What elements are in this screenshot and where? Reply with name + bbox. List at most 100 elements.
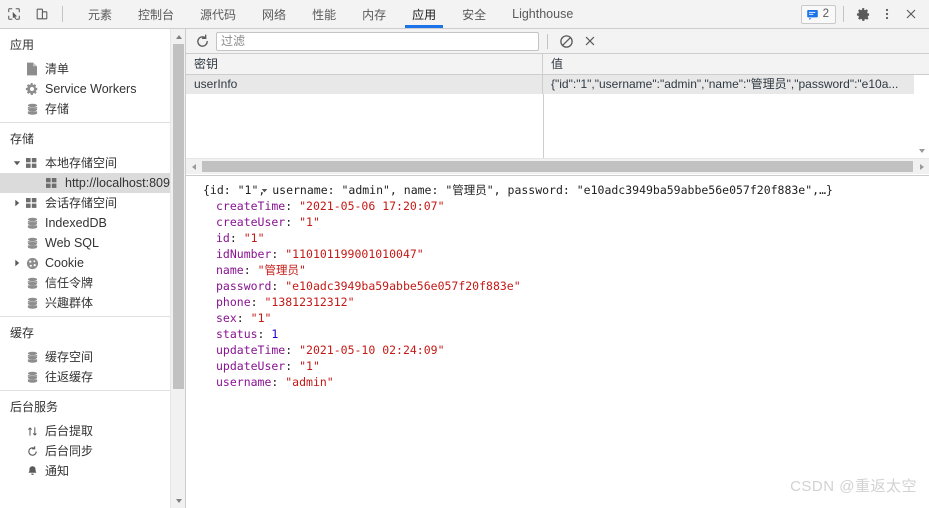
tab-label: 安全 bbox=[462, 7, 487, 22]
preview-property: phone: "13812312312" bbox=[216, 295, 355, 309]
scroll-down-arrow-icon[interactable] bbox=[914, 143, 929, 158]
property-value: "1" bbox=[250, 311, 272, 325]
sidebar-item-label: 存储 bbox=[45, 102, 70, 116]
issues-message-icon bbox=[806, 8, 819, 21]
sidebar-item-back-forward-cache[interactable]: 往返缓存 bbox=[0, 367, 185, 387]
sidebar-scrollbar-thumb[interactable] bbox=[173, 44, 184, 389]
scroll-left-arrow-icon[interactable] bbox=[186, 159, 201, 174]
sidebar-item-cache-storage[interactable]: 缓存空间 bbox=[0, 347, 185, 367]
cell-value: {"id":"1","username":"admin","name":"管理员… bbox=[551, 77, 899, 91]
property-value: "admin" bbox=[285, 375, 334, 389]
property-key: name bbox=[216, 263, 244, 277]
property-key: createTime bbox=[216, 199, 286, 213]
refresh-icon[interactable] bbox=[190, 30, 214, 52]
property-key: createUser bbox=[216, 215, 286, 229]
property-key: password bbox=[216, 279, 272, 293]
database-icon bbox=[24, 369, 40, 385]
sidebar-item-web-sql[interactable]: Web SQL bbox=[0, 233, 185, 253]
kebab-menu-icon[interactable] bbox=[875, 2, 899, 26]
sidebar-item-notifications[interactable]: 通知 bbox=[0, 461, 185, 481]
device-toolbar-icon[interactable] bbox=[28, 0, 56, 28]
tab-sources[interactable]: 源代码 bbox=[187, 0, 249, 28]
column-header-value[interactable]: 值 bbox=[543, 54, 929, 75]
tab-lighthouse[interactable]: Lighthouse bbox=[499, 0, 586, 28]
preview-property: sex: "1" bbox=[216, 311, 272, 325]
property-key: username bbox=[216, 375, 272, 389]
close-x-delete-icon[interactable] bbox=[578, 30, 602, 52]
sidebar-item-storage[interactable]: 存储 bbox=[0, 99, 185, 119]
sidebar-item-localhost-origin[interactable]: http://localhost:8090 bbox=[0, 173, 185, 193]
sidebar-item-manifest[interactable]: 清单 bbox=[0, 59, 185, 79]
table-grid-icon bbox=[44, 175, 60, 191]
sidebar-item-interest-groups[interactable]: 兴趣群体 bbox=[0, 293, 185, 313]
preview-property: password: "e10adc3949ba59abbe56e057f20f8… bbox=[216, 279, 521, 293]
filter-input[interactable] bbox=[216, 31, 539, 51]
issues-badge[interactable]: 2 bbox=[800, 4, 836, 24]
tab-label: 元素 bbox=[88, 7, 113, 22]
sidebar-item-background-fetch[interactable]: 后台提取 bbox=[0, 421, 185, 441]
scroll-up-arrow-icon[interactable] bbox=[171, 29, 186, 44]
database-icon bbox=[24, 275, 40, 291]
local-storage-panel: 密钥 值 userInfo {"id":"1","username":"admi… bbox=[186, 29, 929, 508]
horizontal-scrollbar-track[interactable] bbox=[201, 159, 914, 174]
tab-memory[interactable]: 内存 bbox=[349, 0, 399, 28]
property-key: sex bbox=[216, 311, 237, 325]
tab-label: 源代码 bbox=[200, 7, 237, 22]
table-grid-icon bbox=[24, 155, 40, 171]
tab-label: Lighthouse bbox=[512, 7, 574, 21]
gear-icon[interactable] bbox=[851, 2, 875, 26]
close-icon[interactable] bbox=[899, 2, 923, 26]
scroll-right-arrow-icon[interactable] bbox=[914, 159, 929, 174]
issues-count: 2 bbox=[822, 8, 829, 20]
devtools-tabs: 元素 控制台 源代码 网络 性能 内存 应用 安全 Lighthouse bbox=[75, 0, 586, 28]
column-header-key[interactable]: 密钥 bbox=[186, 53, 543, 75]
chevron-down-icon[interactable] bbox=[192, 176, 268, 214]
sidebar-item-session-storage[interactable]: 会话存储空间 bbox=[0, 193, 185, 213]
devtools-window: 元素 控制台 源代码 网络 性能 内存 应用 安全 Lighthouse 2 应… bbox=[0, 0, 929, 508]
tab-network[interactable]: 网络 bbox=[249, 0, 299, 28]
table-row[interactable]: userInfo {"id":"1","username":"admin","n… bbox=[186, 75, 929, 94]
inspect-cursor-icon[interactable] bbox=[0, 0, 28, 28]
table-horizontal-scrollbar[interactable] bbox=[186, 158, 929, 174]
sidebar-item-cookie[interactable]: Cookie bbox=[0, 253, 185, 273]
property-value: "1" bbox=[299, 215, 320, 229]
chevron-down-icon[interactable] bbox=[12, 159, 22, 167]
database-icon bbox=[24, 349, 40, 365]
sidebar-item-local-storage[interactable]: 本地存储空间 bbox=[0, 153, 185, 173]
preview-root-summary: {id: "1", username: "admin", name: "管理员"… bbox=[203, 183, 833, 197]
tab-console[interactable]: 控制台 bbox=[125, 0, 187, 28]
sidebar-section-title-background-services: 后台服务 bbox=[10, 400, 59, 414]
scroll-down-arrow-icon[interactable] bbox=[171, 493, 186, 508]
sidebar-item-background-sync[interactable]: 后台同步 bbox=[0, 441, 185, 461]
sidebar-item-label: 兴趣群体 bbox=[45, 296, 94, 310]
sidebar-item-service-workers[interactable]: Service Workers bbox=[0, 79, 185, 99]
tab-label: 内存 bbox=[362, 7, 387, 22]
sidebar-item-indexeddb[interactable]: IndexedDB bbox=[0, 213, 185, 233]
table-vertical-scrollbar[interactable] bbox=[914, 75, 929, 158]
sidebar-item-label: 往返缓存 bbox=[45, 370, 94, 384]
horizontal-scrollbar-thumb[interactable] bbox=[202, 161, 913, 172]
preview-property: status: 1 bbox=[216, 327, 279, 341]
tab-performance[interactable]: 性能 bbox=[299, 0, 349, 28]
sidebar-scrollbar[interactable] bbox=[170, 29, 185, 508]
cookie-icon bbox=[24, 255, 40, 271]
storage-toolbar bbox=[186, 29, 929, 54]
chevron-right-icon[interactable] bbox=[12, 199, 22, 207]
sidebar-item-label: 通知 bbox=[45, 464, 70, 478]
preview-root-line[interactable]: {id: "1", username: "admin", name: "管理员"… bbox=[192, 182, 929, 198]
property-key: phone bbox=[216, 295, 251, 309]
tab-application[interactable]: 应用 bbox=[399, 0, 449, 28]
chevron-right-icon[interactable] bbox=[12, 259, 22, 267]
property-value: "e10adc3949ba59abbe56e057f20f883e" bbox=[285, 279, 521, 293]
tab-elements[interactable]: 元素 bbox=[75, 0, 125, 28]
property-key: updateUser bbox=[216, 359, 286, 373]
sidebar-section-title-storage: 存储 bbox=[10, 132, 35, 146]
property-key: idNumber bbox=[216, 247, 272, 261]
tab-security[interactable]: 安全 bbox=[449, 0, 499, 28]
sidebar-section-title-application: 应用 bbox=[10, 38, 35, 52]
preview-property: idNumber: "110101199001010047" bbox=[216, 247, 424, 261]
sidebar-item-trust-tokens[interactable]: 信任令牌 bbox=[0, 273, 185, 293]
table-column-splitter[interactable] bbox=[543, 94, 544, 158]
tab-label: 应用 bbox=[412, 7, 437, 22]
no-entry-clear-icon[interactable] bbox=[554, 30, 578, 52]
